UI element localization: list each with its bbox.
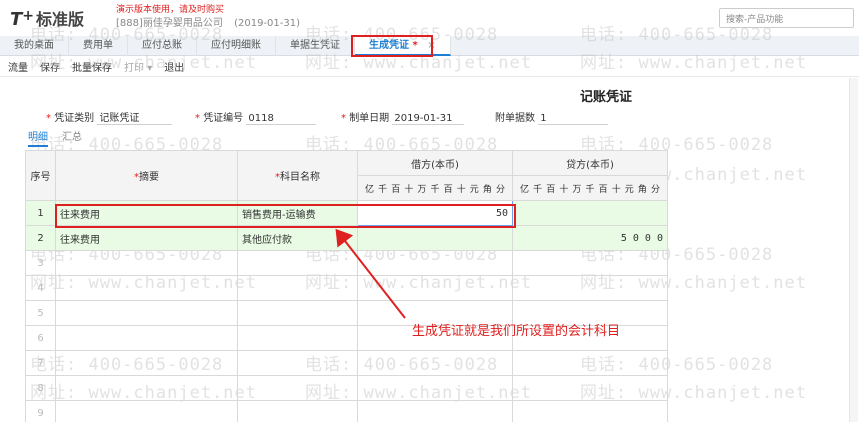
annotation-text: 生成凭证就是我们所设置的会计科目 — [412, 324, 621, 339]
annotation-arrow-icon — [335, 228, 406, 319]
